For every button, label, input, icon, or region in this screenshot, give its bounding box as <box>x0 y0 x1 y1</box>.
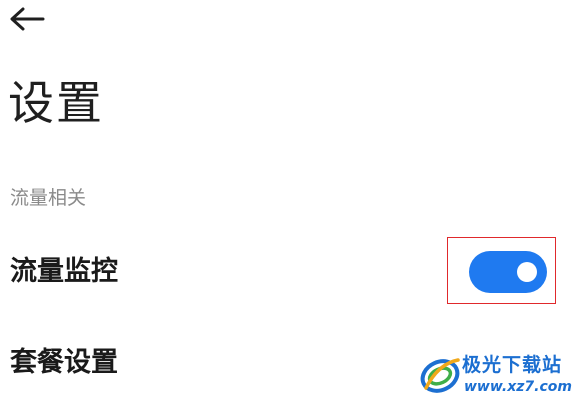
section-header: 流量相关 <box>10 187 87 209</box>
arrow-left-icon <box>10 7 45 31</box>
setting-row-label: 流量监控 <box>10 256 118 287</box>
watermark: 极光下载站 www.xz7.com <box>418 350 574 400</box>
watermark-url: www.xz7.com <box>464 379 572 395</box>
toggle-knob <box>517 262 537 282</box>
back-button[interactable] <box>6 2 48 36</box>
watermark-name: 极光下载站 <box>462 354 563 376</box>
watermark-logo-icon <box>420 358 460 393</box>
setting-row-label: 套餐设置 <box>10 347 118 378</box>
page-title: 设置 <box>8 76 104 130</box>
traffic-monitor-toggle[interactable] <box>469 251 547 293</box>
